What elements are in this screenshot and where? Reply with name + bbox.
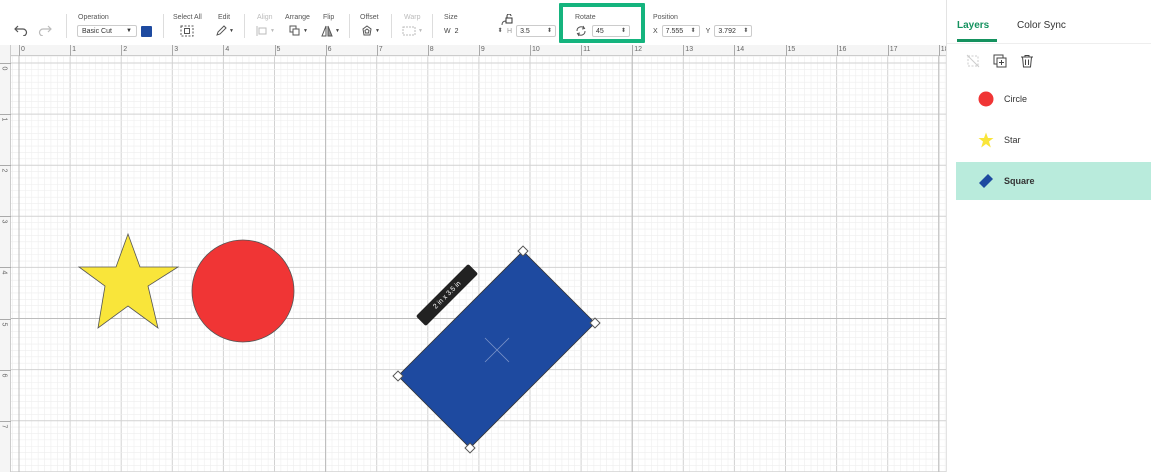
pencil-icon bbox=[216, 25, 227, 36]
flip-button[interactable]: ▼ bbox=[321, 24, 340, 38]
toolbar-divider bbox=[163, 14, 164, 38]
undo-button[interactable] bbox=[14, 0, 30, 45]
flip-label: Flip bbox=[323, 14, 335, 21]
trash-icon bbox=[1021, 55, 1033, 68]
redo-button[interactable] bbox=[38, 0, 54, 45]
toolbar-divider bbox=[66, 14, 67, 38]
height-value: 3.5 bbox=[520, 27, 530, 35]
x-input[interactable]: 7.555 ⬍ bbox=[661, 25, 700, 37]
toolbar-divider bbox=[391, 14, 392, 38]
chevron-down-icon: ▼ bbox=[270, 28, 275, 34]
warp-label: Warp bbox=[404, 14, 421, 21]
layer-item-square[interactable]: Square bbox=[956, 162, 1151, 200]
x-label: X bbox=[653, 27, 658, 35]
circle-icon bbox=[978, 91, 994, 107]
delete-button[interactable] bbox=[1018, 52, 1036, 70]
layer-name: Square bbox=[1004, 176, 1035, 186]
tab-color-sync[interactable]: Color Sync bbox=[1017, 20, 1066, 31]
diamond-icon bbox=[979, 174, 993, 188]
chevron-down-icon: ▼ bbox=[335, 28, 340, 34]
toolbar-divider bbox=[432, 14, 433, 38]
chevron-down-icon: ▼ bbox=[375, 28, 380, 34]
height-label: H bbox=[507, 27, 513, 35]
chevron-down-icon: ▼ bbox=[303, 28, 308, 34]
select-all-label: Select All bbox=[173, 14, 202, 21]
width-label: W bbox=[444, 27, 451, 35]
warp-button[interactable]: ▼ bbox=[402, 24, 423, 38]
x-value: 7.555 bbox=[665, 27, 684, 35]
canvas-shapes bbox=[77, 232, 601, 454]
height-stepper-icon: ⬍ bbox=[547, 28, 553, 34]
x-stepper-icon: ⬍ bbox=[690, 28, 696, 34]
tab-layers[interactable]: Layers bbox=[957, 20, 989, 31]
width-stepper-icon: ⬍ bbox=[497, 28, 503, 34]
position-label: Position bbox=[653, 14, 678, 21]
width-input[interactable]: 2 ⬍ bbox=[455, 25, 503, 37]
select-all-icon bbox=[180, 25, 194, 37]
y-stepper-icon: ⬍ bbox=[743, 28, 749, 34]
panel-tabs: Layers Color Sync bbox=[947, 0, 1151, 44]
y-value: 3.792 bbox=[718, 27, 736, 35]
toolbar-divider bbox=[244, 14, 245, 38]
offset-label: Offset bbox=[360, 14, 379, 21]
design-canvas[interactable]: 0123456789101112131415161718 01234567 2 … bbox=[0, 45, 946, 472]
arrange-icon bbox=[289, 25, 300, 36]
y-input[interactable]: 3.792 ⬍ bbox=[714, 25, 753, 37]
layer-item-star[interactable]: Star bbox=[956, 121, 1151, 159]
ungroup-button[interactable] bbox=[964, 52, 982, 70]
height-input[interactable]: 3.5 ⬍ bbox=[516, 25, 557, 37]
duplicate-button[interactable] bbox=[991, 52, 1009, 70]
circle-shape[interactable] bbox=[191, 239, 295, 343]
layer-actions bbox=[947, 46, 1151, 76]
layer-name: Star bbox=[1004, 135, 1021, 145]
operation-color-swatch[interactable] bbox=[141, 25, 152, 37]
ungroup-icon bbox=[966, 54, 980, 68]
redo-icon bbox=[38, 25, 52, 36]
operation-label: Operation bbox=[78, 14, 109, 21]
star-shape[interactable] bbox=[77, 232, 180, 329]
align-button[interactable]: ▼ bbox=[256, 24, 275, 38]
operation-value: Basic Cut bbox=[82, 27, 112, 35]
active-tab-indicator bbox=[957, 39, 997, 42]
size-label: Size bbox=[444, 14, 458, 21]
edit-button[interactable]: ▼ bbox=[215, 24, 234, 38]
layer-name: Circle bbox=[1004, 94, 1028, 104]
arrange-button[interactable]: ▼ bbox=[289, 24, 308, 38]
width-value: 2 bbox=[454, 27, 459, 35]
toolbar: Operation Basic Cut ▼ Select All Edit ▼ … bbox=[0, 0, 955, 45]
duplicate-icon bbox=[993, 54, 1007, 68]
select-all-button[interactable] bbox=[180, 24, 194, 38]
offset-button[interactable]: ▼ bbox=[361, 24, 380, 38]
align-label: Align bbox=[257, 14, 273, 21]
align-icon bbox=[256, 26, 267, 36]
chevron-down-icon: ▼ bbox=[418, 28, 423, 34]
arrange-label: Arrange bbox=[285, 14, 310, 21]
layer-item-circle[interactable]: Circle bbox=[956, 80, 1151, 118]
chevron-down-icon: ▼ bbox=[126, 28, 132, 34]
warp-icon bbox=[402, 26, 416, 36]
undo-icon bbox=[14, 25, 28, 36]
flip-icon bbox=[321, 25, 333, 37]
square-shape-group[interactable] bbox=[392, 245, 601, 454]
star-icon bbox=[978, 132, 994, 148]
toolbar-divider bbox=[349, 14, 350, 38]
offset-icon bbox=[362, 25, 372, 36]
operation-select[interactable]: Basic Cut ▼ bbox=[77, 25, 137, 37]
layers-panel: Layers Color Sync Circle Star Square bbox=[946, 0, 1151, 472]
rotate-highlight-frame bbox=[559, 3, 645, 43]
edit-label: Edit bbox=[218, 14, 231, 21]
chevron-down-icon: ▼ bbox=[229, 28, 234, 34]
y-label: Y bbox=[705, 27, 711, 35]
